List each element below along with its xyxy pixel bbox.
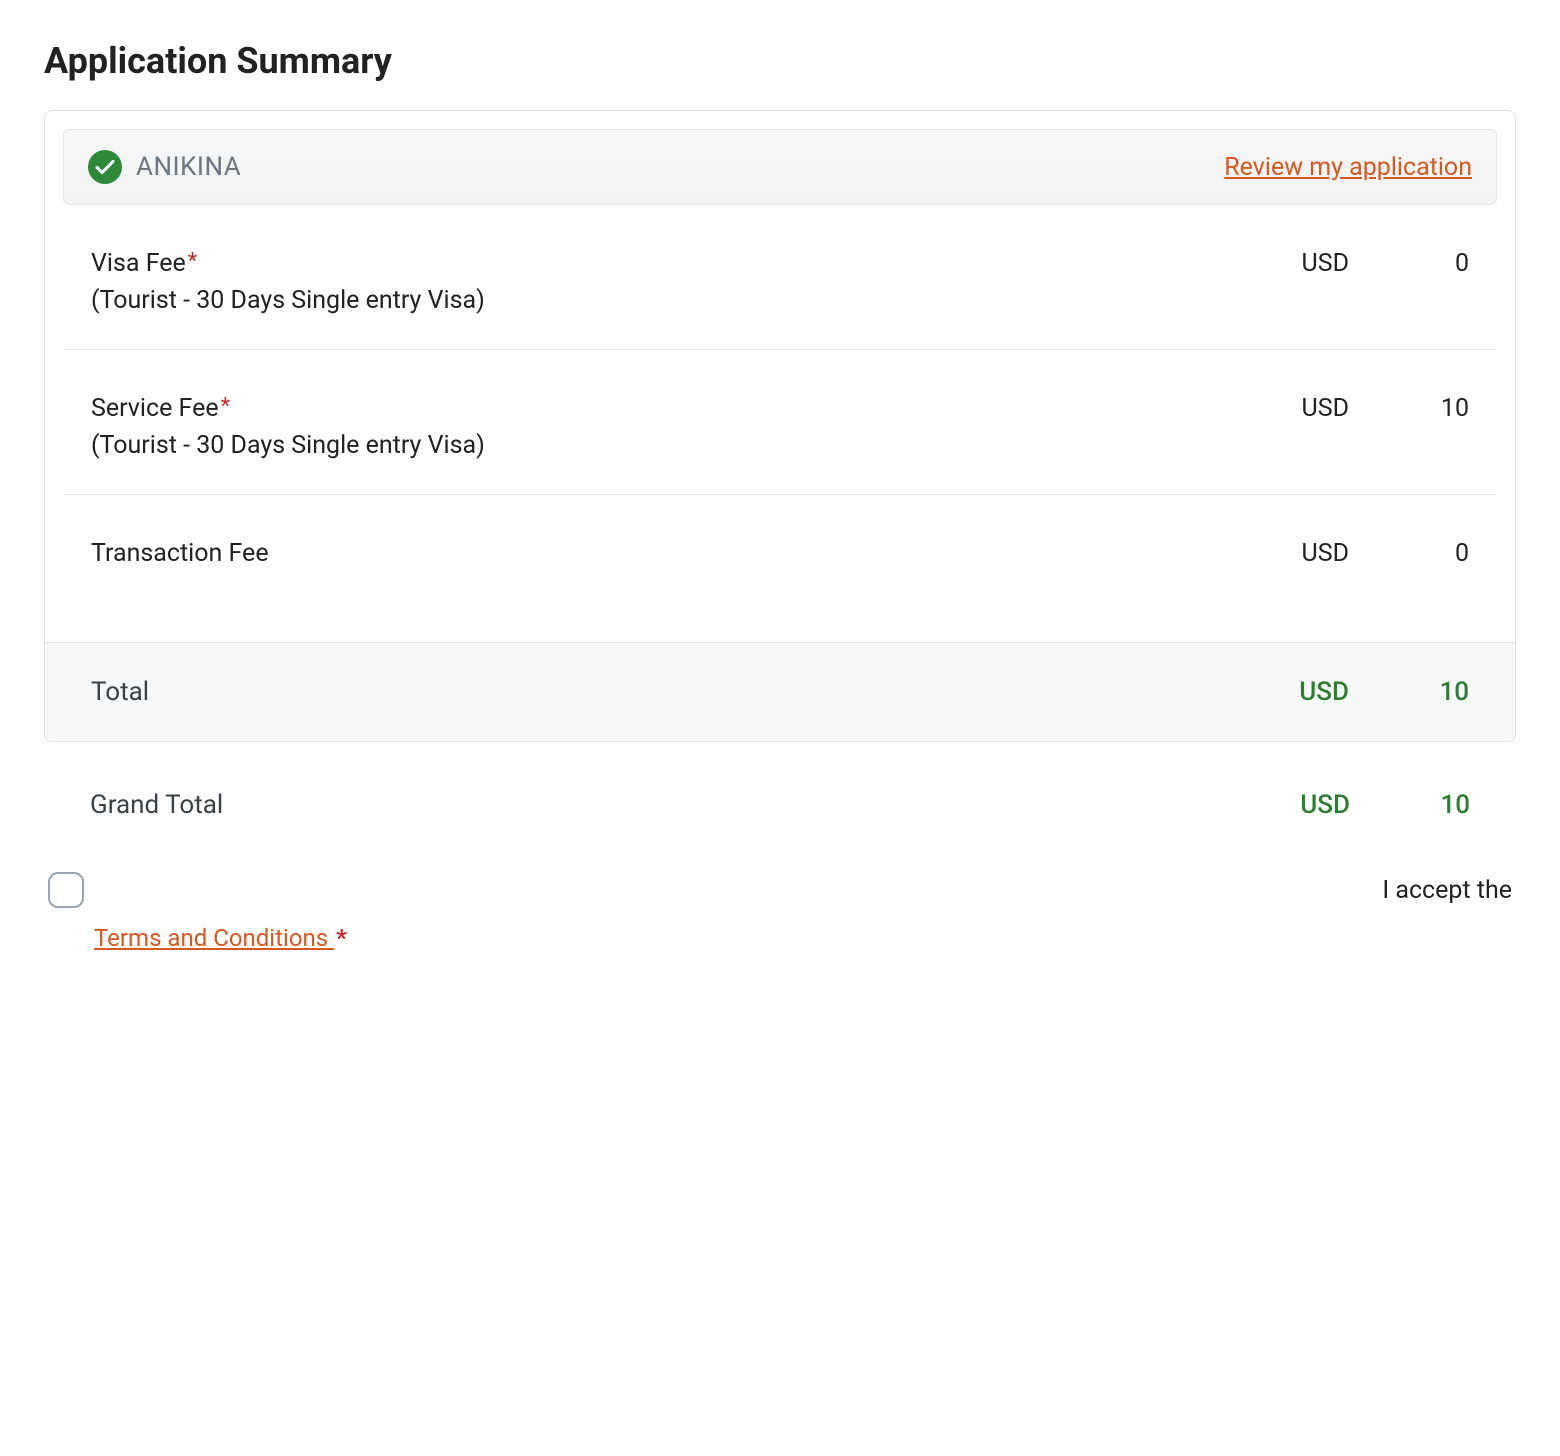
fee-row: Transaction Fee USD 0 <box>63 495 1497 602</box>
total-amount: 10 <box>1349 677 1469 707</box>
fee-name: Transaction Fee <box>91 539 269 568</box>
fee-currency: USD <box>1209 394 1349 423</box>
fee-label: Service Fee* (Tourist - 30 Days Single e… <box>91 394 1209 460</box>
summary-card: ANIKINA Review my application Visa Fee* … <box>44 110 1516 742</box>
accept-terms-checkbox[interactable] <box>48 872 84 908</box>
fee-label: Transaction Fee <box>91 539 1209 568</box>
grand-total-amount: 10 <box>1350 790 1470 820</box>
terms-section: I accept the Terms and Conditions * <box>44 872 1516 952</box>
fee-row: Visa Fee* (Tourist - 30 Days Single entr… <box>63 205 1497 350</box>
review-application-link[interactable]: Review my application <box>1224 153 1472 182</box>
fee-amount: 0 <box>1349 249 1469 278</box>
total-currency: USD <box>1209 677 1349 707</box>
required-star-icon: * <box>221 394 230 419</box>
required-star-icon: * <box>188 249 197 274</box>
fee-name: Visa Fee <box>91 249 186 278</box>
fee-currency: USD <box>1209 539 1349 568</box>
terms-and-conditions-link[interactable]: Terms and Conditions <box>94 924 334 952</box>
applicant-header: ANIKINA Review my application <box>63 129 1497 205</box>
required-star-icon: * <box>336 924 347 952</box>
grand-total-row: Grand Total USD 10 <box>44 742 1516 848</box>
fee-amount: 0 <box>1349 539 1469 568</box>
fee-amount: 10 <box>1349 394 1469 423</box>
fee-currency: USD <box>1209 249 1349 278</box>
fee-label: Visa Fee* (Tourist - 30 Days Single entr… <box>91 249 1209 315</box>
fee-subtitle: (Tourist - 30 Days Single entry Visa) <box>91 286 1209 315</box>
page-title: Application Summary <box>44 40 1516 82</box>
check-circle-icon <box>88 150 122 184</box>
fee-subtitle: (Tourist - 30 Days Single entry Visa) <box>91 431 1209 460</box>
total-row: Total USD 10 <box>45 642 1515 741</box>
applicant-name: ANIKINA <box>136 152 241 182</box>
accept-text: I accept the <box>1382 876 1512 905</box>
fee-list: Visa Fee* (Tourist - 30 Days Single entr… <box>45 205 1515 642</box>
applicant-left: ANIKINA <box>88 150 241 184</box>
fee-name: Service Fee <box>91 394 219 423</box>
total-label: Total <box>91 677 1209 707</box>
grand-total-label: Grand Total <box>90 790 1210 820</box>
grand-total-currency: USD <box>1210 790 1350 820</box>
fee-row: Service Fee* (Tourist - 30 Days Single e… <box>63 350 1497 495</box>
